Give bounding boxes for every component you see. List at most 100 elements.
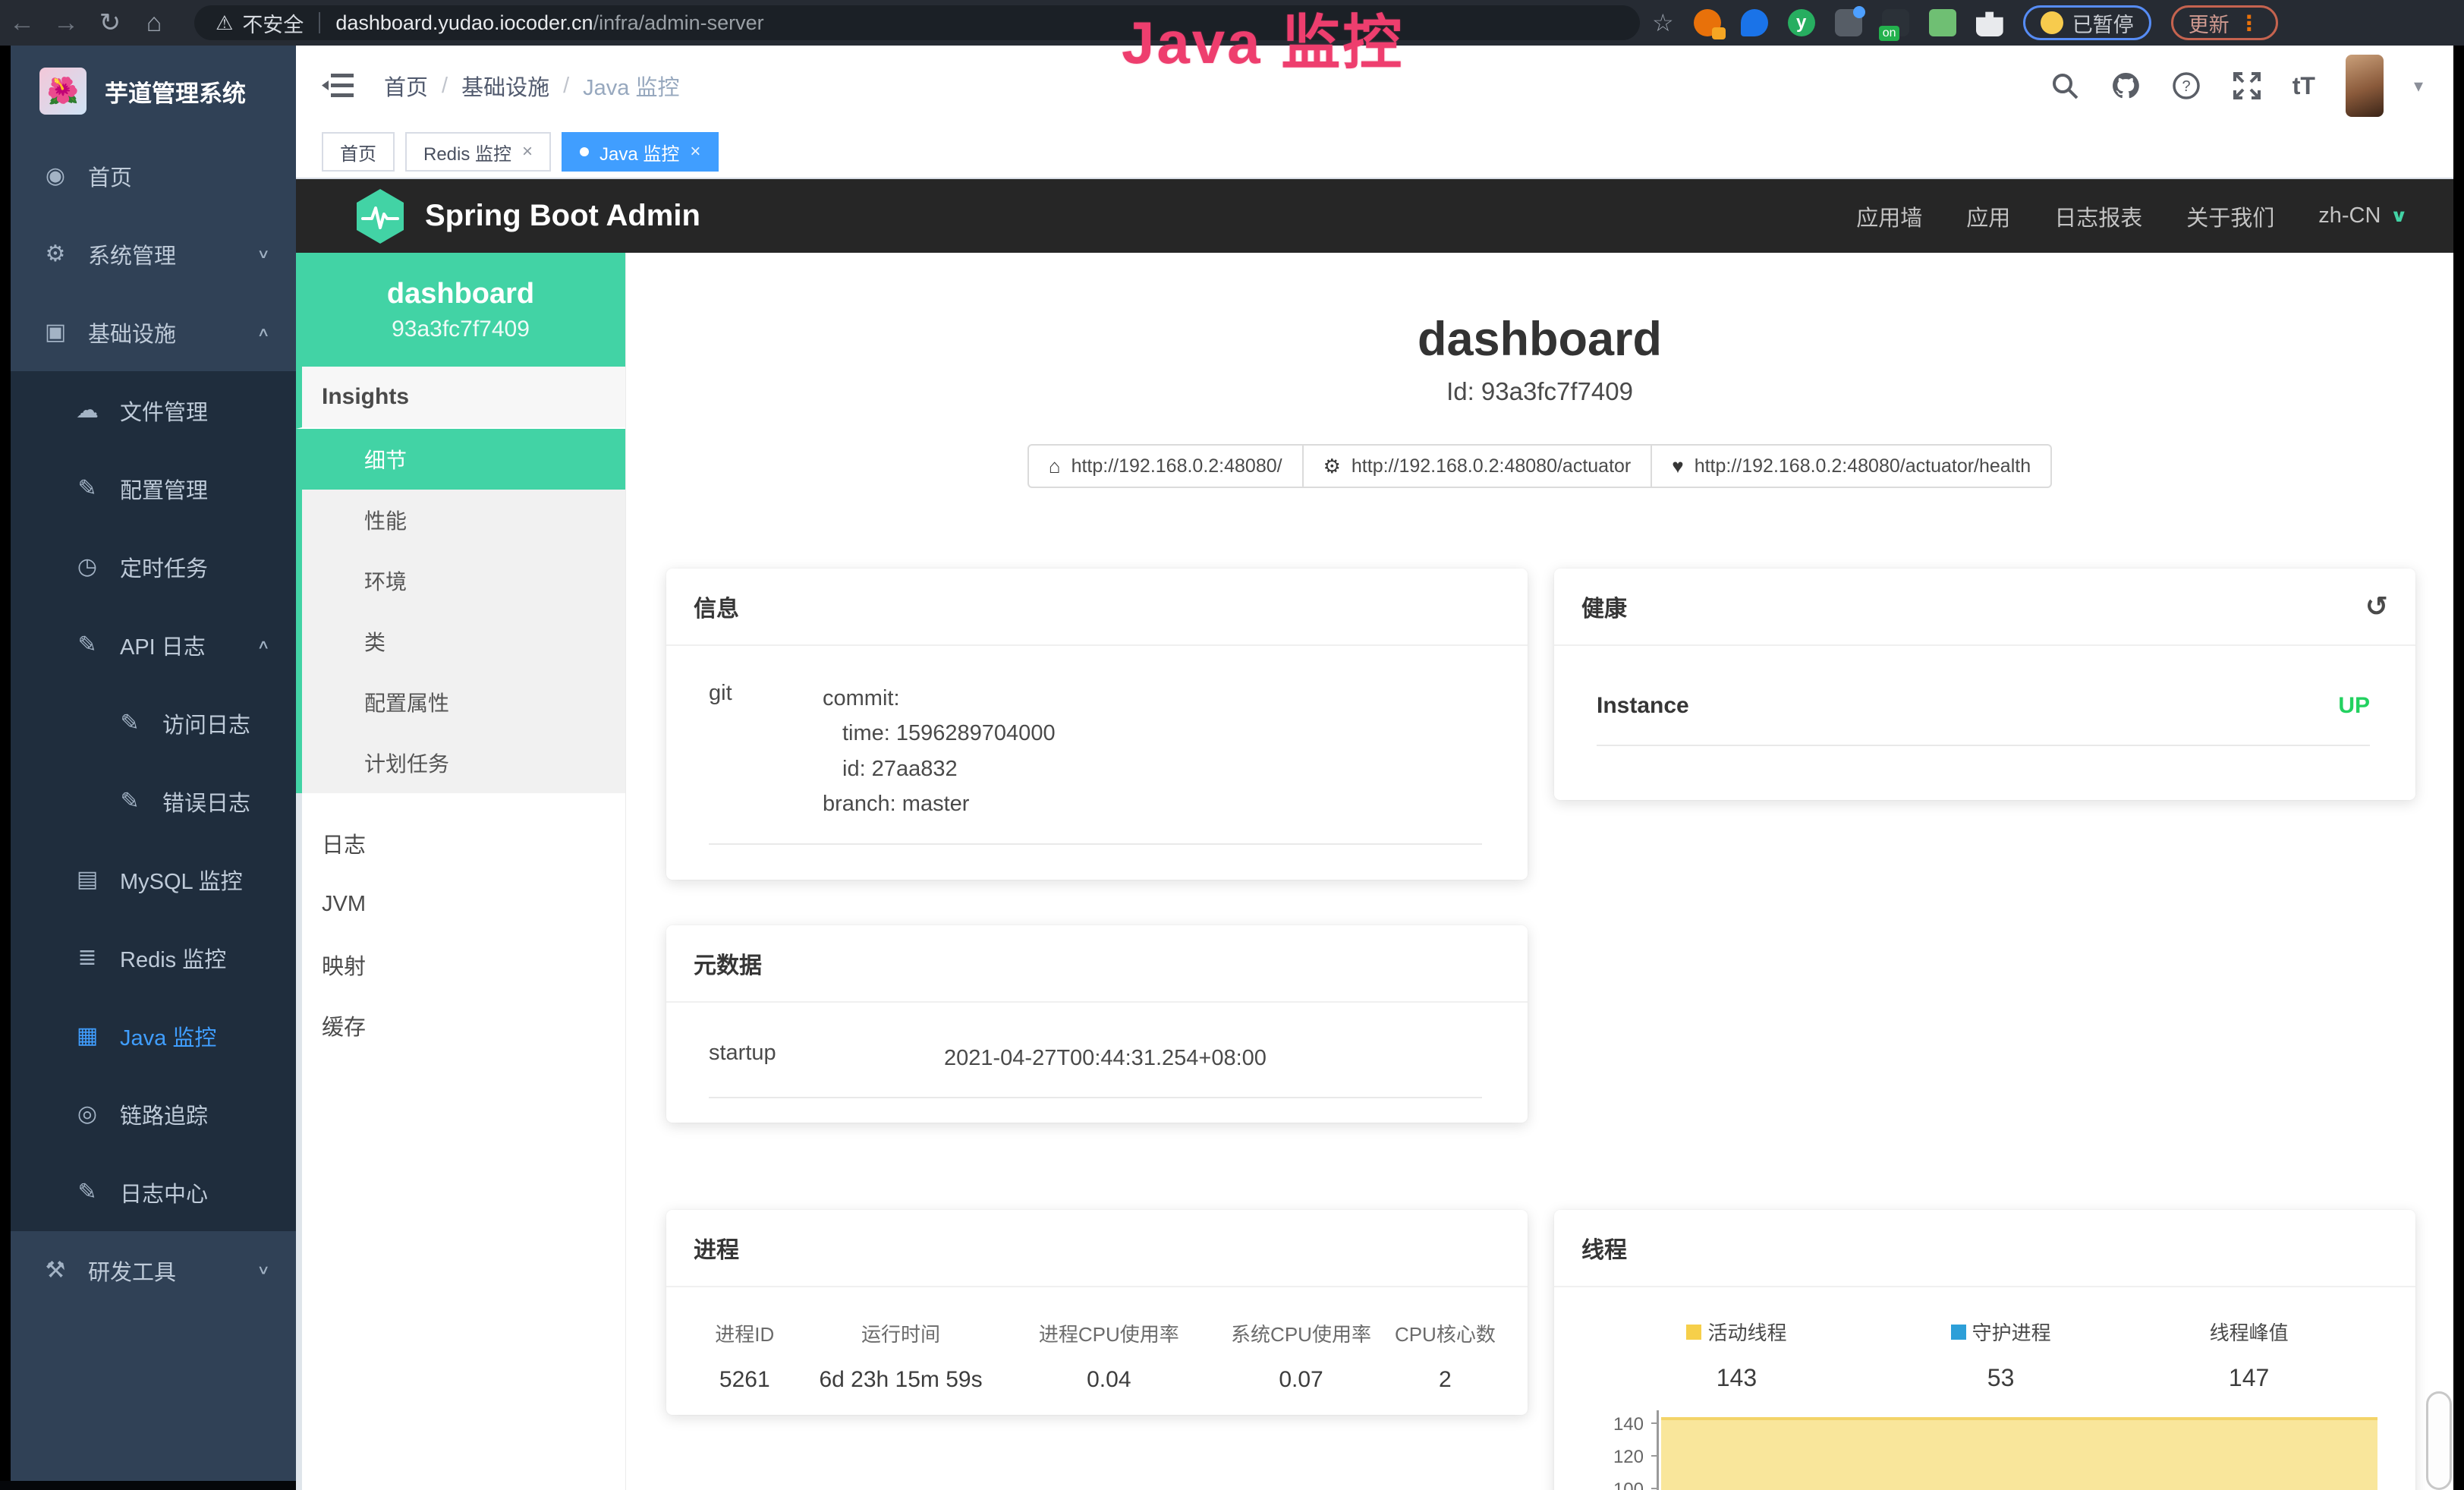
endpoint-home-button[interactable]: ⌂ http://192.168.0.2:48080/	[1027, 444, 1304, 488]
font-size-icon[interactable]: tT	[2292, 72, 2315, 100]
status-badge: UP	[2338, 693, 2370, 719]
sba-link-about[interactable]: 关于我们	[2186, 200, 2274, 232]
sidebar-item-access-log[interactable]: ✎访问日志	[11, 684, 296, 762]
endpoint-actuator-button[interactable]: ⚙ http://192.168.0.2:48080/actuator	[1302, 444, 1653, 488]
url-host: dashboard.yudao.iocoder.cn	[335, 11, 593, 35]
help-icon[interactable]: ?	[2171, 71, 2201, 101]
update-button[interactable]: 更新 ⋮	[2171, 5, 2278, 40]
avatar[interactable]	[2346, 55, 2384, 117]
legend-yellow-icon	[1686, 1325, 1701, 1340]
sidebar-item-redis-monitor[interactable]: ≣Redis 监控	[11, 918, 296, 997]
github-icon[interactable]	[2110, 71, 2141, 101]
search-icon[interactable]	[2050, 71, 2080, 101]
metadata-startup-row: startup 2021-04-27T00:44:31.254+08:00	[709, 1041, 1482, 1098]
sidebar-item-infrastructure[interactable]: ▣基础设施∧	[11, 293, 296, 371]
page-instance-id: Id: 93a3fc7f7409	[626, 377, 2453, 406]
sba-item-config-props[interactable]: 配置属性	[296, 672, 625, 732]
topbar-actions: ? tT ▾	[2050, 46, 2423, 126]
breadcrumb-current: Java 监控	[583, 70, 679, 102]
tab-home[interactable]: 首页	[322, 132, 395, 172]
scrollbar-thumb[interactable]	[2426, 1391, 2452, 1490]
bookmark-star-icon[interactable]: ☆	[1652, 8, 1674, 37]
sidebar-item-jobs[interactable]: ◷定时任务	[11, 528, 296, 606]
extension-green-icon[interactable]	[1929, 9, 1956, 36]
sidebar-item-system[interactable]: ⚙系统管理∨	[11, 215, 296, 293]
tag-tabbar: 首页 Redis 监控× Java 监控×	[296, 126, 2453, 179]
extension-icon[interactable]	[1694, 9, 1721, 36]
extension-on-icon[interactable]: on	[1882, 9, 1909, 36]
sba-nav-links: 应用墙 应用 日志报表 关于我们 zh-CN ∨	[1856, 200, 2408, 232]
forward-icon[interactable]: →	[44, 8, 88, 38]
edit-icon: ✎	[74, 632, 100, 658]
sba-item-caches[interactable]: 缓存	[302, 995, 625, 1056]
health-card-title: 健康	[1581, 590, 1627, 623]
close-icon[interactable]: ×	[690, 141, 700, 162]
metadata-startup-value: 2021-04-27T00:44:31.254+08:00	[944, 1041, 1267, 1076]
app-logo-row[interactable]: 🌺 芋道管理系统	[11, 46, 296, 137]
user-caret-icon[interactable]: ▾	[2414, 75, 2423, 97]
paused-badge[interactable]: 已暂停	[2023, 5, 2151, 40]
sba-brand[interactable]: Spring Boot Admin	[425, 199, 700, 233]
sba-link-wallboard[interactable]: 应用墙	[1856, 200, 1922, 232]
sba-item-environment[interactable]: 环境	[296, 550, 625, 611]
reload-icon[interactable]: ↻	[88, 8, 132, 38]
tab-redis-monitor[interactable]: Redis 监控×	[405, 132, 551, 172]
sidebar-item-api-log[interactable]: ✎API 日志∧	[11, 606, 296, 684]
sba-link-journal[interactable]: 日志报表	[2054, 200, 2142, 232]
breadcrumb-home[interactable]: 首页	[384, 70, 428, 102]
endpoint-health-button[interactable]: ♥ http://192.168.0.2:48080/actuator/heal…	[1651, 444, 2052, 488]
breadcrumb-section[interactable]: 基础设施	[461, 70, 549, 102]
sidebar-item-dev-tools[interactable]: ⚒研发工具∨	[11, 1231, 296, 1309]
sba-item-scheduled-tasks[interactable]: 计划任务	[296, 732, 625, 793]
sba-link-applications[interactable]: 应用	[1966, 200, 2010, 232]
sidebar-item-log-center[interactable]: ✎日志中心	[11, 1153, 296, 1231]
locale-select[interactable]: zh-CN ∨	[2318, 203, 2408, 229]
sidebar-item-files[interactable]: ☁文件管理	[11, 371, 296, 449]
sidebar-item-tracing[interactable]: ◎链路追踪	[11, 1075, 296, 1153]
extension-pin-icon[interactable]	[1741, 9, 1768, 36]
process-card: 进程 进程ID 运行时间 进程CPU使用率 系统CPU使用率 CPU核心数	[666, 1210, 1528, 1415]
breadcrumb: 首页 / 基础设施 / Java 监控	[384, 70, 679, 102]
y-axis-tick: 140	[1584, 1414, 1644, 1435]
sidebar-collapse-icon[interactable]	[322, 71, 355, 101]
update-label: 更新	[2189, 8, 2230, 38]
chevron-up-icon: ∧	[256, 637, 270, 652]
monitor-icon: ▦	[74, 1022, 100, 1049]
sidebar-item-config[interactable]: ✎配置管理	[11, 449, 296, 528]
sba-item-metrics[interactable]: 性能	[296, 490, 625, 550]
close-icon[interactable]: ×	[522, 141, 533, 162]
health-card-header: 健康 ↺	[1554, 569, 2415, 646]
sba-item-mappings[interactable]: 映射	[302, 934, 625, 995]
sba-item-logs[interactable]: 日志	[302, 813, 625, 874]
layers-icon: ≣	[74, 944, 100, 971]
sba-item-classes[interactable]: 类	[296, 611, 625, 672]
cards-grid: 信息 git commit: time: 1596289704000 id: 2…	[626, 569, 2453, 1490]
info-card-title: 信息	[666, 569, 1528, 646]
spring-boot-admin-logo-icon[interactable]	[355, 188, 405, 244]
extension-y-icon[interactable]: y	[1788, 9, 1815, 36]
history-icon[interactable]: ↺	[2365, 593, 2388, 620]
tab-java-monitor[interactable]: Java 监控×	[562, 132, 719, 172]
security-label[interactable]: 不安全	[242, 8, 304, 38]
page: 🌺 芋道管理系统 ◉首页 ⚙系统管理∨ ▣基础设施∧ ☁文件管理 ✎配置管理 ◷…	[11, 46, 2453, 1490]
fullscreen-icon[interactable]	[2232, 71, 2262, 101]
instance-id: 93a3fc7f7409	[296, 317, 625, 342]
sba-item-details[interactable]: 细节	[296, 429, 625, 490]
extensions-puzzle-icon[interactable]	[1976, 9, 2003, 36]
extension-grid-icon[interactable]	[1835, 9, 1862, 36]
back-icon[interactable]: ←	[0, 8, 44, 38]
address-bar[interactable]: ⚠ 不安全 dashboard.yudao.iocoder.cn/infra/a…	[194, 5, 1640, 40]
sidebar-item-home[interactable]: ◉首页	[11, 137, 296, 215]
y-axis-tick: 120	[1584, 1447, 1644, 1468]
sidebar-item-mysql-monitor[interactable]: ▤MySQL 监控	[11, 840, 296, 918]
health-instance-label: Instance	[1597, 693, 1689, 719]
app-menu: ◉首页 ⚙系统管理∨ ▣基础设施∧ ☁文件管理 ✎配置管理 ◷定时任务 ✎API…	[11, 137, 296, 1309]
sba-item-jvm[interactable]: JVM	[302, 874, 625, 934]
instance-header[interactable]: dashboard 93a3fc7f7409	[296, 253, 625, 367]
home-icon[interactable]: ⌂	[132, 8, 176, 38]
info-card: 信息 git commit: time: 1596289704000 id: 2…	[666, 569, 1528, 880]
process-cpu: 0.04	[1009, 1367, 1209, 1393]
menu-dots-icon[interactable]: ⋮	[2239, 11, 2261, 36]
sidebar-item-error-log[interactable]: ✎错误日志	[11, 762, 296, 840]
sidebar-item-java-monitor[interactable]: ▦Java 监控	[11, 997, 296, 1075]
